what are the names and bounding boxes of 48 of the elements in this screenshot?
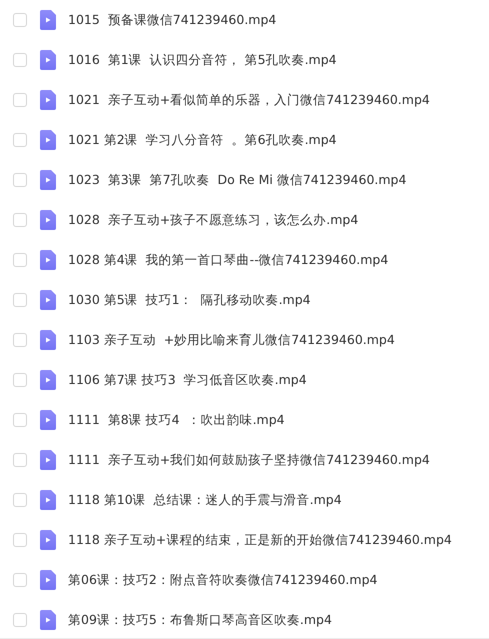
video-file-icon (40, 90, 56, 110)
file-name[interactable]: 1021 第2课 学习八分音符 。第6孔吹奏.mp4 (68, 130, 337, 150)
file-name[interactable]: 1021 亲子互动+看似简单的乐器，入门微信741239460.mp4 (68, 90, 430, 110)
checkbox[interactable] (13, 53, 27, 67)
file-name[interactable]: 1028 第4课 我的第一首口琴曲--微信741239460.mp4 (68, 250, 388, 270)
video-file-icon (40, 10, 56, 30)
checkbox[interactable] (13, 293, 27, 307)
video-file-icon (40, 610, 56, 630)
file-name[interactable]: 第09课：技巧5：布鲁斯口琴高音区吹奏.mp4 (68, 610, 332, 630)
checkbox[interactable] (13, 133, 27, 147)
checkbox[interactable] (13, 453, 27, 467)
video-file-icon (40, 50, 56, 70)
video-file-icon (40, 250, 56, 270)
file-name[interactable]: 1103 亲子互动 +妙用比喻来育儿微信741239460.mp4 (68, 330, 395, 350)
file-name[interactable]: 1111 亲子互动+我们如何鼓励孩子坚持微信741239460.mp4 (68, 450, 430, 470)
video-file-icon (40, 170, 56, 190)
video-file-icon (40, 570, 56, 590)
checkbox[interactable] (13, 253, 27, 267)
checkbox[interactable] (13, 573, 27, 587)
file-name[interactable]: 1023 第3课 第7孔吹奏 Do Re Mi 微信741239460.mp4 (68, 170, 406, 190)
checkbox[interactable] (13, 213, 27, 227)
file-name[interactable]: 1118 第10课 总结课：迷人的手震与滑音.mp4 (68, 490, 342, 510)
checkbox[interactable] (13, 13, 27, 27)
video-file-icon (40, 210, 56, 230)
file-name[interactable]: 1015 预备课微信741239460.mp4 (68, 10, 276, 30)
checkbox[interactable] (13, 173, 27, 187)
checkbox[interactable] (13, 413, 27, 427)
file-name[interactable]: 1028 亲子互动+孩子不愿意练习，该怎么办.mp4 (68, 210, 358, 230)
video-file-icon (40, 410, 56, 430)
file-name[interactable]: 1030 第5课 技巧1： 隔孔移动吹奏.mp4 (68, 290, 311, 310)
file-name[interactable]: 1118 亲子互动+课程的结束，正是新的开始微信741239460.mp4 (68, 530, 452, 550)
file-name[interactable]: 1111 第8课 技巧4 ：吹出韵味.mp4 (68, 410, 285, 430)
video-file-icon (40, 530, 56, 550)
video-file-icon (40, 490, 56, 510)
checkbox[interactable] (13, 533, 27, 547)
video-file-icon (40, 330, 56, 350)
checkbox[interactable] (13, 373, 27, 387)
checkbox[interactable] (13, 333, 27, 347)
video-file-icon (40, 370, 56, 390)
file-name[interactable]: 第06课：技巧2：附点音符吹奏微信741239460.mp4 (68, 570, 378, 590)
checkbox[interactable] (13, 93, 27, 107)
video-file-icon (40, 130, 56, 150)
checkbox[interactable] (13, 613, 27, 627)
file-name[interactable]: 1016 第1课 认识四分音符， 第5孔吹奏.mp4 (68, 50, 337, 70)
file-name[interactable]: 1106 第7课 技巧3 学习低音区吹奏.mp4 (68, 370, 307, 390)
video-file-icon (40, 290, 56, 310)
checkbox[interactable] (13, 493, 27, 507)
video-file-icon (40, 450, 56, 470)
